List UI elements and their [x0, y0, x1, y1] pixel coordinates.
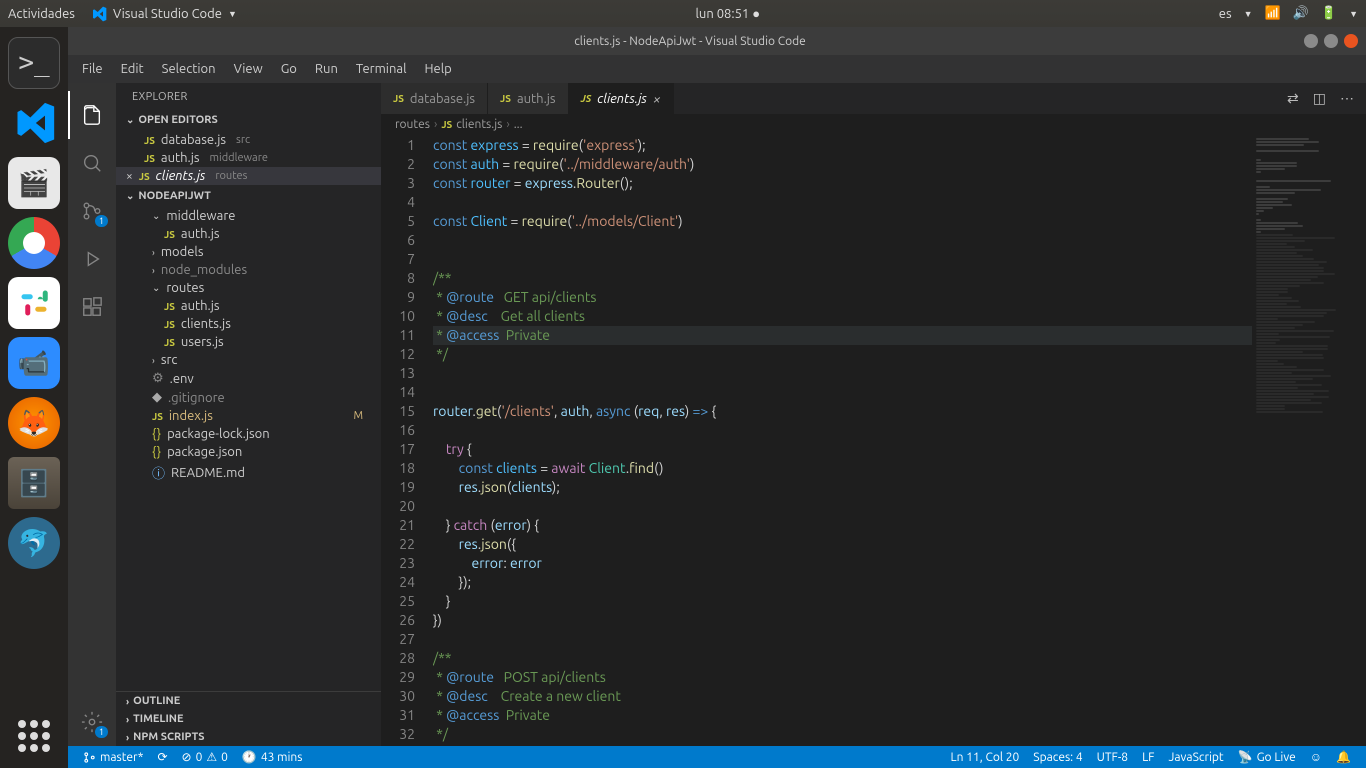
file-auth-route[interactable]: JSauth.js — [116, 297, 381, 315]
code-editor[interactable]: 1234567891011121314151617181920212223242… — [381, 134, 1366, 746]
dock-mysql[interactable]: 🐬 — [8, 517, 60, 569]
open-editors-header[interactable]: ⌄OPEN EDITORS — [116, 111, 381, 129]
open-editor-auth[interactable]: JSauth.jsmiddleware — [116, 149, 381, 167]
activities-button[interactable]: Actividades — [8, 7, 75, 21]
system-menu[interactable]: ▼ — [1349, 9, 1358, 19]
dock-slack[interactable] — [8, 277, 60, 329]
gnome-top-bar: Actividades Visual Studio Code ▼ lun 08:… — [0, 0, 1366, 27]
app-menu[interactable]: Visual Studio Code ▼ — [91, 6, 237, 22]
menu-selection[interactable]: Selection — [154, 58, 224, 80]
editor-tabs: JSdatabase.js JSauth.js JSclients.js× ⇄ … — [381, 83, 1366, 114]
file-auth-middleware[interactable]: JSauth.js — [116, 225, 381, 243]
tab-auth[interactable]: JSauth.js — [488, 83, 569, 114]
breadcrumbs[interactable]: routes› JSclients.js› ... — [381, 114, 1366, 134]
project-header[interactable]: ⌄NODEAPIJWT — [116, 187, 381, 205]
dock-files[interactable]: 🗄️ — [8, 457, 60, 509]
menu-go[interactable]: Go — [273, 58, 305, 80]
file-index[interactable]: JSindex.jsM — [116, 407, 381, 425]
status-sync[interactable]: ⟳ — [150, 750, 174, 764]
status-feedback[interactable]: ☺ — [1303, 750, 1329, 764]
file-gitignore[interactable]: ◆.gitignore — [116, 388, 381, 407]
file-readme[interactable]: ⓘREADME.md — [116, 461, 381, 484]
file-users-route[interactable]: JSusers.js — [116, 333, 381, 351]
status-bell[interactable]: 🔔 — [1329, 750, 1358, 764]
menu-file[interactable]: File — [74, 58, 111, 80]
dock-zoom[interactable]: 📹 — [8, 337, 60, 389]
dock-terminal[interactable]: >_ — [8, 37, 60, 89]
status-problems[interactable]: ⊘ 0 ⚠ 0 — [175, 750, 235, 764]
menu-help[interactable]: Help — [416, 58, 459, 80]
folder-node-modules[interactable]: ›node_modules — [116, 261, 381, 279]
editor-area: JSdatabase.js JSauth.js JSclients.js× ⇄ … — [381, 83, 1366, 746]
dock-vscode[interactable] — [8, 97, 60, 149]
wifi-icon[interactable]: 📶 — [1265, 6, 1281, 21]
dock-chrome[interactable] — [8, 217, 60, 269]
folder-routes[interactable]: ⌄routes — [116, 279, 381, 297]
status-wakatime[interactable]: 🕐 43 mins — [235, 750, 310, 764]
activity-scm[interactable]: 1 — [68, 187, 116, 235]
split-editor-icon[interactable]: ◫ — [1313, 90, 1326, 107]
menubar: FileEditSelectionViewGoRunTerminalHelp — [68, 55, 1366, 83]
explorer-title: EXPLORER — [116, 83, 381, 111]
status-spaces[interactable]: Spaces: 4 — [1026, 750, 1089, 764]
folder-src[interactable]: ›src — [116, 351, 381, 369]
dock-show-apps[interactable] — [14, 716, 54, 756]
maximize-button[interactable] — [1324, 34, 1338, 48]
activity-debug[interactable] — [68, 235, 116, 283]
open-editor-clients[interactable]: ×JSclients.jsroutes — [116, 167, 381, 185]
close-icon[interactable]: × — [126, 170, 133, 183]
dock-video-editor[interactable]: 🎬 — [8, 157, 60, 209]
tab-database[interactable]: JSdatabase.js — [381, 83, 488, 114]
menu-edit[interactable]: Edit — [113, 58, 152, 80]
close-button[interactable] — [1344, 34, 1358, 48]
file-package[interactable]: {}package.json — [116, 443, 381, 461]
close-tab-icon[interactable]: × — [653, 91, 661, 107]
tab-clients[interactable]: JSclients.js× — [569, 83, 674, 114]
file-package-lock[interactable]: {}package-lock.json — [116, 425, 381, 443]
menu-terminal[interactable]: Terminal — [348, 58, 415, 80]
minimize-button[interactable] — [1304, 34, 1318, 48]
status-language[interactable]: JavaScript — [1162, 750, 1231, 764]
menu-view[interactable]: View — [226, 58, 271, 80]
activity-extensions[interactable] — [68, 283, 116, 331]
minimap[interactable] — [1252, 134, 1362, 746]
status-encoding[interactable]: UTF-8 — [1090, 750, 1135, 764]
status-bar: master* ⟳ ⊘ 0 ⚠ 0 🕐 43 mins Ln 11, Col 2… — [68, 746, 1366, 768]
open-editor-database[interactable]: JSdatabase.jssrc — [116, 131, 381, 149]
explorer-sidebar: EXPLORER ⌄OPEN EDITORS JSdatabase.jssrc … — [116, 83, 381, 746]
outline-header[interactable]: ›OUTLINE — [116, 692, 381, 710]
status-golive[interactable]: 📡 Go Live — [1231, 750, 1303, 764]
volume-icon[interactable]: 🔊 — [1293, 6, 1309, 21]
activity-settings[interactable]: 1 — [68, 698, 116, 746]
timeline-header[interactable]: ›TIMELINE — [116, 710, 381, 728]
npm-scripts-header[interactable]: ›NPM SCRIPTS — [116, 728, 381, 746]
battery-icon[interactable]: 🔋 — [1321, 6, 1337, 21]
file-clients-route[interactable]: JSclients.js — [116, 315, 381, 333]
window-title: clients.js - NodeApiJwt - Visual Studio … — [76, 35, 1304, 48]
status-branch[interactable]: master* — [76, 751, 150, 764]
menu-run[interactable]: Run — [307, 58, 346, 80]
activity-bar: 1 1 — [68, 83, 116, 746]
status-cursor[interactable]: Ln 11, Col 20 — [944, 750, 1027, 764]
file-env[interactable]: ⚙.env — [116, 369, 381, 388]
folder-middleware[interactable]: ⌄middleware — [116, 207, 381, 225]
compare-changes-icon[interactable]: ⇄ — [1287, 90, 1299, 107]
ubuntu-dock: >_ 🎬 📹 🦊 🗄️ 🐬 — [0, 27, 68, 768]
activity-explorer[interactable] — [68, 91, 116, 139]
more-actions-icon[interactable]: ⋯ — [1340, 90, 1354, 107]
activity-search[interactable] — [68, 139, 116, 187]
dock-firefox[interactable]: 🦊 — [8, 397, 60, 449]
status-eol[interactable]: LF — [1135, 750, 1161, 764]
caret-down-icon: ▼ — [228, 9, 237, 19]
titlebar: clients.js - NodeApiJwt - Visual Studio … — [68, 27, 1366, 55]
folder-models[interactable]: ›models — [116, 243, 381, 261]
clock[interactable]: lun 08:51 ● — [237, 6, 1219, 21]
vscode-window: clients.js - NodeApiJwt - Visual Studio … — [68, 27, 1366, 768]
keyboard-lang[interactable]: es — [1219, 7, 1232, 21]
